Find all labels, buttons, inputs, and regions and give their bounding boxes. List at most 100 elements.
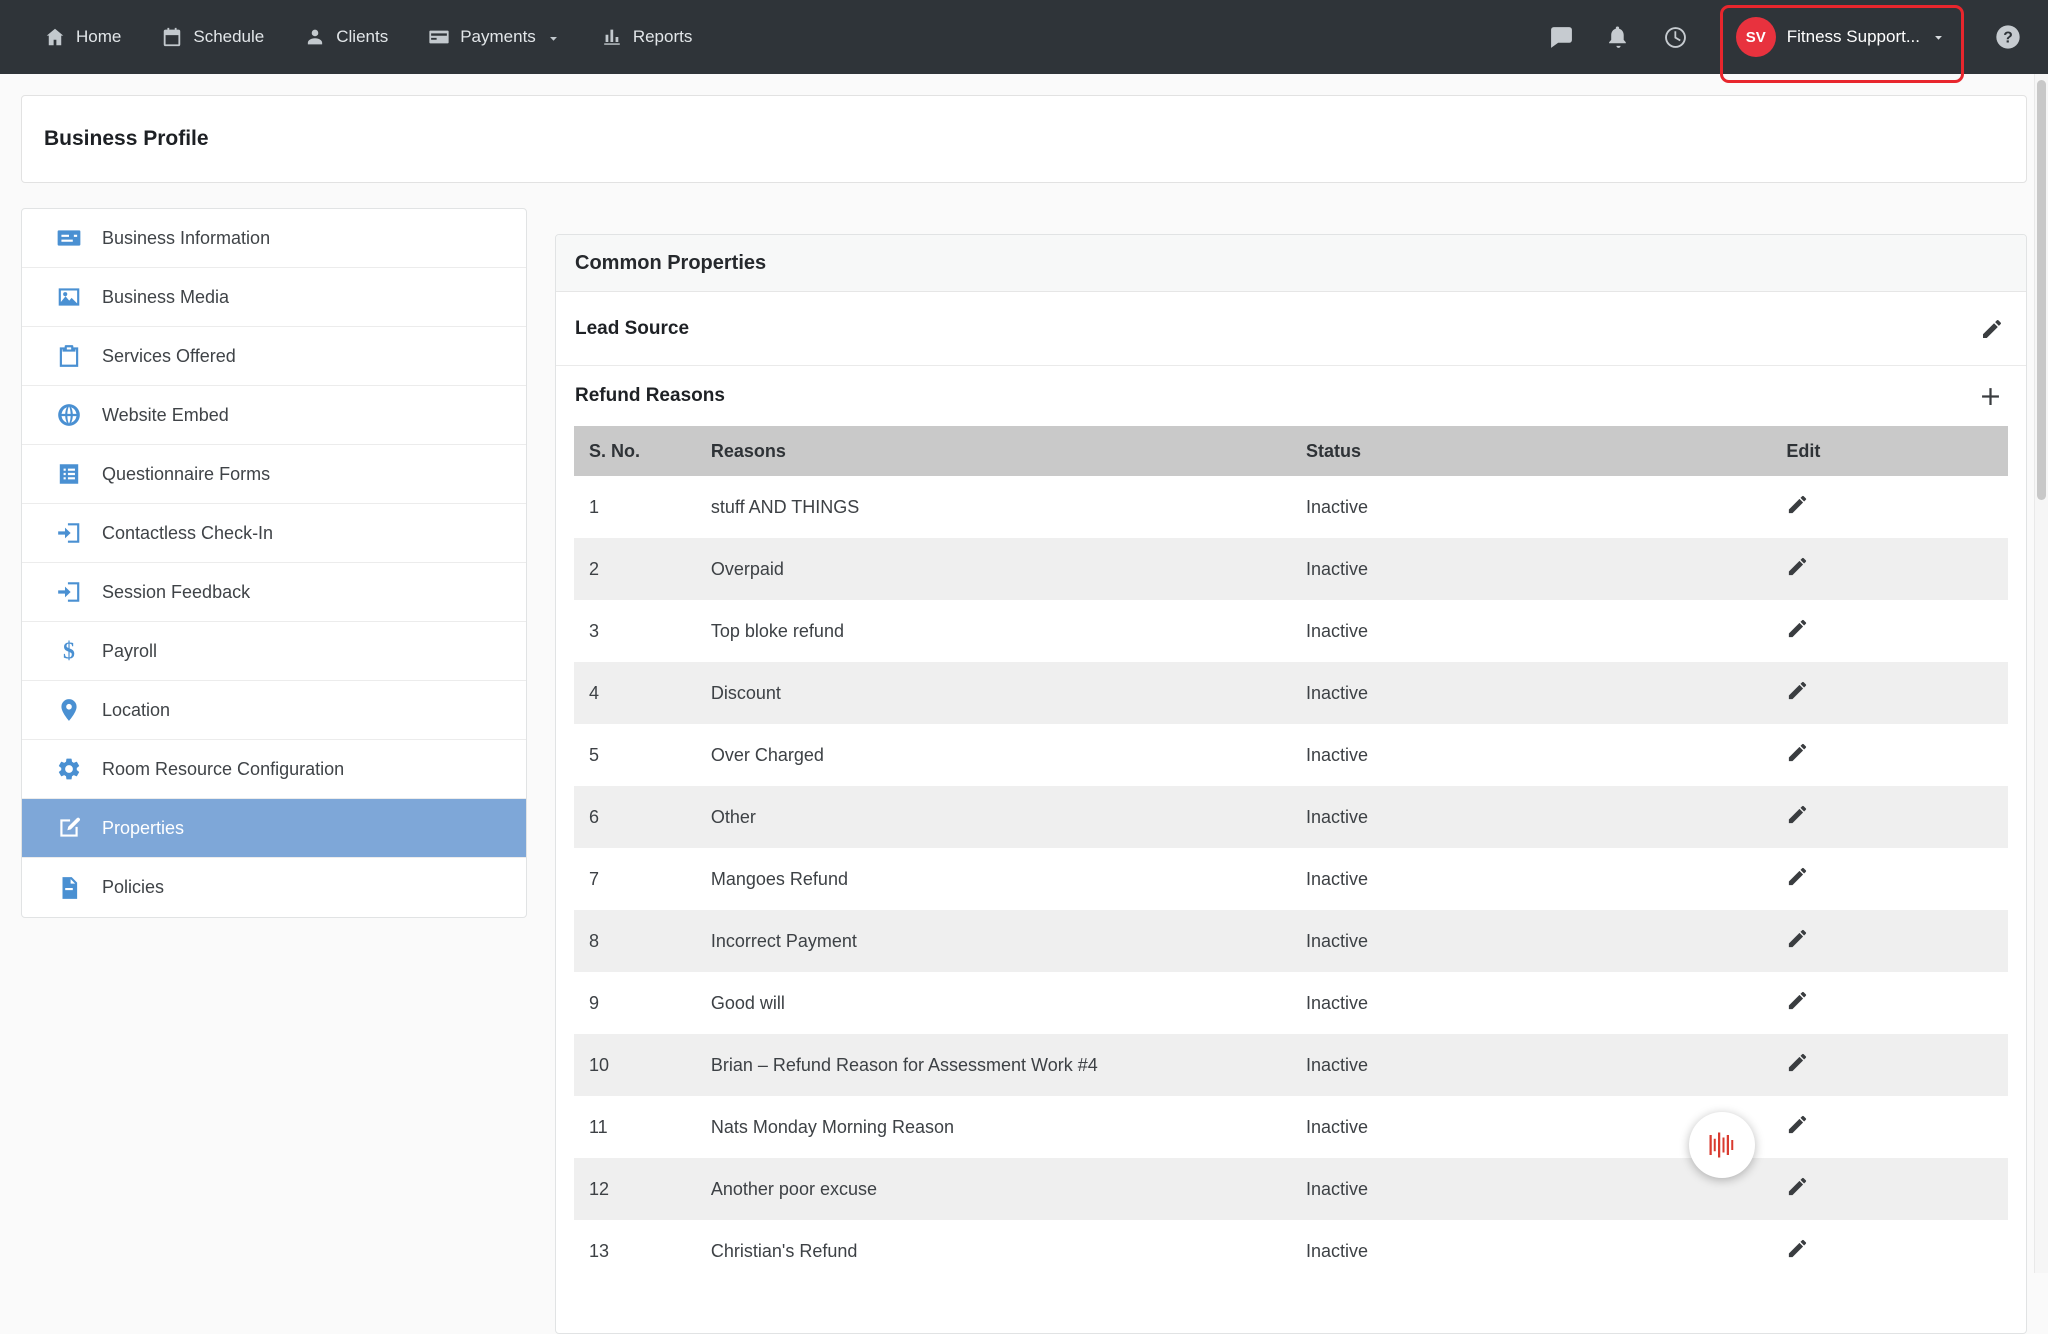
sidebar-item-label: Location (102, 700, 170, 721)
form-icon (56, 461, 82, 487)
main-nav: Home Schedule Clients Payments Reports (44, 26, 692, 48)
cell-status: Inactive (1291, 621, 1771, 642)
sidebar-item-label: Business Media (102, 287, 229, 308)
cell-sno: 10 (574, 1055, 696, 1076)
calendar-icon (161, 26, 183, 48)
plus-icon (1977, 383, 2004, 410)
table-row: 4 Discount Inactive (574, 662, 2008, 724)
cell-reason: Overpaid (696, 559, 1291, 580)
cell-status: Inactive (1291, 559, 1771, 580)
sidebar-item-label: Properties (102, 818, 184, 839)
nav-item-home[interactable]: Home (44, 26, 121, 48)
pencil-icon (1786, 927, 1809, 950)
cell-status: Inactive (1291, 869, 1771, 890)
nav-item-payments[interactable]: Payments (428, 26, 561, 48)
account-menu[interactable]: SV Fitness Support... (1726, 11, 1956, 63)
sidebar-item-business-information[interactable]: Business Information (22, 209, 526, 268)
nav-item-reports[interactable]: Reports (601, 26, 693, 48)
edit-reason-button[interactable] (1786, 1051, 1809, 1074)
gear-icon (56, 756, 82, 782)
refund-reasons-table: S. No. Reasons Status Edit 1 stuff AND T… (574, 426, 2008, 1282)
table-row: 5 Over Charged Inactive (574, 724, 2008, 786)
cell-sno: 6 (574, 807, 696, 828)
cell-status: Inactive (1291, 497, 1771, 518)
document-icon (56, 875, 82, 901)
id-card-icon (56, 225, 82, 251)
table-row: 9 Good will Inactive (574, 972, 2008, 1034)
sidebar-item-properties[interactable]: Properties (22, 799, 526, 858)
cell-reason: Good will (696, 993, 1291, 1014)
cell-status: Inactive (1291, 1055, 1771, 1076)
sidebar-item-room-resource-configuration[interactable]: Room Resource Configuration (22, 740, 526, 799)
bell-icon[interactable] (1606, 25, 1631, 50)
edit-reason-button[interactable] (1786, 1237, 1809, 1260)
cell-reason: Top bloke refund (696, 621, 1291, 642)
cell-status: Inactive (1291, 683, 1771, 704)
nav-item-clients[interactable]: Clients (304, 26, 388, 48)
table-row: 10 Brian – Refund Reason for Assessment … (574, 1034, 2008, 1096)
cell-reason: Other (696, 807, 1291, 828)
header-sno: S. No. (574, 441, 696, 462)
location-pin-icon (56, 697, 82, 723)
sidebar-item-payroll[interactable]: $ Payroll (22, 622, 526, 681)
edit-reason-button[interactable] (1786, 865, 1809, 888)
sidebar-item-website-embed[interactable]: Website Embed (22, 386, 526, 445)
sidebar-item-services-offered[interactable]: Services Offered (22, 327, 526, 386)
refund-reasons-label: Refund Reasons (575, 385, 725, 407)
edit-reason-button[interactable] (1786, 1113, 1809, 1136)
sidebar-item-business-media[interactable]: Business Media (22, 268, 526, 327)
edit-reason-button[interactable] (1786, 989, 1809, 1012)
edit-reason-button[interactable] (1786, 493, 1809, 516)
home-icon (44, 26, 66, 48)
sidebar-item-location[interactable]: Location (22, 681, 526, 740)
pencil-icon (1980, 317, 2004, 341)
cell-reason: Nats Monday Morning Reason (696, 1117, 1291, 1138)
cell-status: Inactive (1291, 807, 1771, 828)
edit-reason-button[interactable] (1786, 1175, 1809, 1198)
edit-reason-button[interactable] (1786, 555, 1809, 578)
table-row: 8 Incorrect Payment Inactive (574, 910, 2008, 972)
edit-reason-button[interactable] (1786, 617, 1809, 640)
barcode-icon (1705, 1130, 1739, 1160)
cell-reason: Incorrect Payment (696, 931, 1291, 952)
dollar-icon: $ (56, 638, 82, 664)
nav-item-schedule[interactable]: Schedule (161, 26, 264, 48)
sidebar-item-session-feedback[interactable]: Session Feedback (22, 563, 526, 622)
scrollbar-thumb[interactable] (2037, 80, 2046, 500)
cell-reason: Another poor excuse (696, 1179, 1291, 1200)
chat-icon[interactable] (1549, 25, 1574, 50)
cell-reason: Christian's Refund (696, 1241, 1291, 1262)
check-in-icon (56, 520, 82, 546)
avatar-initials: SV (1746, 29, 1766, 46)
sidebar-item-contactless-check-in[interactable]: Contactless Check-In (22, 504, 526, 563)
edit-reason-button[interactable] (1786, 803, 1809, 826)
edit-lead-source-button[interactable] (1980, 317, 2004, 341)
add-refund-reason-button[interactable] (1977, 383, 2004, 410)
table-row: 12 Another poor excuse Inactive (574, 1158, 2008, 1220)
floating-widget-button[interactable] (1689, 1112, 1755, 1178)
services-icon (56, 343, 82, 369)
cell-status: Inactive (1291, 1241, 1771, 1262)
globe-icon (56, 402, 82, 428)
common-properties-card: Common Properties Lead Source Refund Rea… (555, 234, 2027, 1334)
sidebar-item-policies[interactable]: Policies (22, 858, 526, 917)
feedback-icon (56, 579, 82, 605)
edit-reason-button[interactable] (1786, 741, 1809, 764)
sidebar-item-label: Session Feedback (102, 582, 250, 603)
table-row: 6 Other Inactive (574, 786, 2008, 848)
pencil-icon (1786, 493, 1809, 516)
cell-sno: 11 (574, 1117, 696, 1138)
scrollbar[interactable] (2034, 74, 2048, 1273)
clock-icon[interactable] (1663, 25, 1688, 50)
help-icon[interactable]: ? (1994, 23, 2022, 51)
sidebar-item-label: Website Embed (102, 405, 229, 426)
header-edit: Edit (1771, 441, 2008, 462)
cell-sno: 5 (574, 745, 696, 766)
nav-item-label: Payments (460, 27, 536, 47)
media-icon (56, 284, 82, 310)
edit-reason-button[interactable] (1786, 679, 1809, 702)
settings-sidebar: Business Information Business Media Serv… (21, 208, 527, 918)
sidebar-item-questionnaire-forms[interactable]: Questionnaire Forms (22, 445, 526, 504)
pencil-icon (1786, 1113, 1809, 1136)
edit-reason-button[interactable] (1786, 927, 1809, 950)
